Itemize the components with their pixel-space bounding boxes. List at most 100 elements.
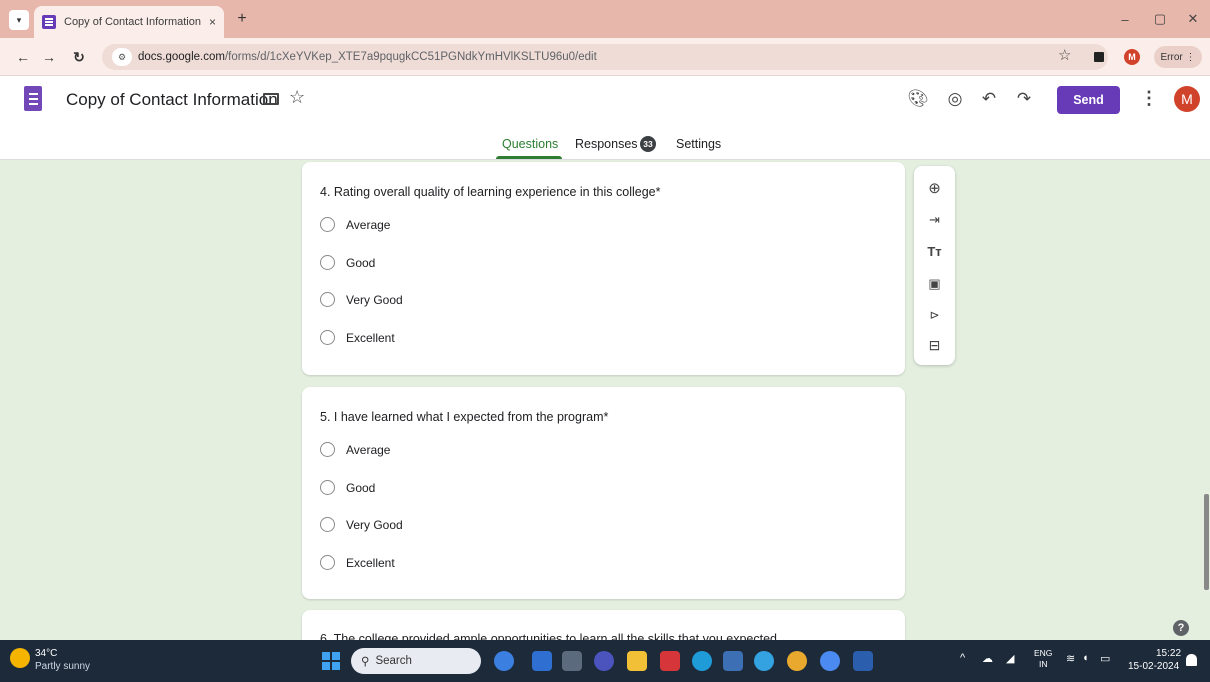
search-label: Search: [375, 655, 412, 667]
profile-avatar[interactable]: M: [1124, 49, 1140, 65]
move-to-folder-icon[interactable]: [263, 93, 279, 105]
question-card[interactable]: 4. Rating overall quality of learning ex…: [302, 162, 905, 375]
add-image-icon[interactable]: ▣: [925, 274, 944, 293]
undo-icon[interactable]: ↶: [977, 87, 1001, 111]
close-window-button[interactable]: ✕: [1180, 8, 1206, 30]
add-section-icon[interactable]: ⊟: [925, 336, 944, 355]
preview-eye-icon[interactable]: ◎: [943, 87, 967, 111]
question-card[interactable]: 6. The college provided ample opportunit…: [302, 610, 905, 640]
language-code: ENG: [1034, 648, 1053, 658]
minimize-button[interactable]: –: [1112, 8, 1138, 30]
browser-tab-bar: ▾ Copy of Contact Information - G × + – …: [0, 0, 1210, 38]
option-label: Average: [346, 217, 391, 232]
restore-button[interactable]: ▢: [1147, 8, 1173, 30]
radio-button[interactable]: [320, 292, 335, 307]
option-label: Good: [346, 255, 376, 270]
customize-theme-palette-icon[interactable]: 🎨︎: [906, 87, 930, 111]
show-hidden-icons-icon[interactable]: ^: [960, 652, 965, 664]
error-menu-button[interactable]: Error ⋮: [1154, 46, 1202, 68]
taskbar-search-box[interactable]: ⚲ Search: [351, 648, 481, 674]
url-host: docs.google.com: [138, 51, 225, 63]
forms-header: Copy of Contact Information ☆ 🎨︎ ◎ ↶ ↷ S…: [0, 76, 1210, 160]
send-button[interactable]: Send: [1057, 86, 1120, 114]
copilot-icon[interactable]: [494, 651, 514, 671]
weather-sun-icon[interactable]: [10, 648, 30, 668]
microsoft-store-icon[interactable]: [723, 651, 743, 671]
browser-tab[interactable]: Copy of Contact Information - G ×: [34, 6, 224, 38]
radio-option[interactable]: Very Good: [320, 517, 403, 532]
form-title[interactable]: Copy of Contact Information: [66, 90, 278, 110]
clock-time[interactable]: 15:22: [1156, 648, 1181, 659]
site-info-icon[interactable]: ⚙: [112, 48, 132, 66]
task-view-icon[interactable]: [562, 651, 582, 671]
radio-option[interactable]: Good: [320, 255, 375, 270]
region-code: IN: [1038, 659, 1048, 669]
question-title[interactable]: 4. Rating overall quality of learning ex…: [320, 185, 660, 199]
account-avatar[interactable]: M: [1174, 86, 1200, 112]
file-explorer-icon[interactable]: [627, 651, 647, 671]
reload-icon[interactable]: ↻: [68, 46, 90, 68]
notification-bell-icon[interactable]: [1186, 654, 1197, 666]
forward-icon[interactable]: →: [38, 46, 60, 68]
add-title-icon[interactable]: Tт: [925, 242, 944, 261]
redo-icon[interactable]: ↷: [1012, 87, 1036, 111]
import-questions-icon[interactable]: ⇥: [925, 210, 944, 229]
url-path: /forms/d/1cXeYVKep_XTE7a9pqugkCC51PGNdkY…: [224, 51, 597, 63]
radio-button[interactable]: [320, 517, 335, 532]
radio-option[interactable]: Very Good: [320, 292, 403, 307]
volume-icon[interactable]: ◖: [1082, 652, 1089, 664]
weather-description[interactable]: Partly sunny: [35, 661, 90, 672]
radio-option[interactable]: Excellent: [320, 555, 395, 570]
question-toolbar: ⊕ ⇥ Tт ▣ ⊳ ⊟: [914, 166, 955, 365]
tab-close-icon[interactable]: ×: [209, 15, 216, 29]
onedrive-cloud-icon[interactable]: ☁: [982, 652, 993, 665]
edge-icon[interactable]: [692, 651, 712, 671]
more-options-icon[interactable]: ⋮: [1140, 88, 1158, 109]
back-icon[interactable]: ←: [12, 46, 34, 68]
tab-search-dropdown-icon[interactable]: ▾: [9, 10, 29, 30]
teams-icon[interactable]: [532, 651, 552, 671]
windows-start-icon[interactable]: [322, 652, 340, 670]
clock-date[interactable]: 15-02-2024: [1128, 661, 1179, 672]
new-tab-button[interactable]: +: [232, 9, 252, 29]
weather-temperature[interactable]: 34°C: [35, 648, 57, 659]
question-title[interactable]: 6. The college provided ample opportunit…: [320, 632, 777, 640]
add-video-icon[interactable]: ⊳: [925, 305, 944, 324]
radio-button[interactable]: [320, 442, 335, 457]
chrome-icon[interactable]: [787, 651, 807, 671]
bookmark-star-icon[interactable]: ☆: [1058, 46, 1071, 64]
radio-button[interactable]: [320, 555, 335, 570]
network-icon[interactable]: ◢: [1006, 652, 1014, 665]
chrome-profile-icon[interactable]: [820, 651, 840, 671]
language-indicator[interactable]: ENG IN: [1034, 648, 1052, 670]
tab-questions[interactable]: Questions: [502, 137, 558, 151]
question-card[interactable]: 5. I have learned what I expected from t…: [302, 387, 905, 599]
question-title[interactable]: 5. I have learned what I expected from t…: [320, 410, 608, 424]
mcafee-icon[interactable]: [660, 651, 680, 671]
help-icon[interactable]: ?: [1173, 620, 1189, 636]
side-panel-icon[interactable]: [1094, 52, 1104, 62]
address-bar[interactable]: ⚙ docs.google.com/forms/d/1cXeYVKep_XTE7…: [102, 44, 1108, 70]
search-icon: ⚲: [361, 656, 370, 668]
google-forms-logo-icon[interactable]: [24, 86, 42, 111]
radio-option[interactable]: Excellent: [320, 330, 395, 345]
radio-option[interactable]: Average: [320, 442, 390, 457]
radio-option[interactable]: Good: [320, 480, 375, 495]
option-label: Very Good: [346, 292, 403, 307]
word-icon[interactable]: [853, 651, 873, 671]
radio-button[interactable]: [320, 255, 335, 270]
radio-option[interactable]: Average: [320, 217, 390, 232]
add-question-icon[interactable]: ⊕: [925, 178, 944, 197]
radio-button[interactable]: [320, 480, 335, 495]
help-app-icon[interactable]: [754, 651, 774, 671]
error-label: Error: [1160, 51, 1183, 63]
scrollbar-thumb[interactable]: [1204, 494, 1209, 590]
star-icon[interactable]: ☆: [289, 87, 305, 108]
wifi-icon[interactable]: ≋: [1066, 652, 1075, 665]
radio-button[interactable]: [320, 330, 335, 345]
tab-responses[interactable]: Responses: [575, 137, 638, 151]
battery-icon[interactable]: ▭: [1100, 652, 1110, 665]
tab-settings[interactable]: Settings: [676, 137, 721, 151]
meet-chat-icon[interactable]: [594, 651, 614, 671]
radio-button[interactable]: [320, 217, 335, 232]
